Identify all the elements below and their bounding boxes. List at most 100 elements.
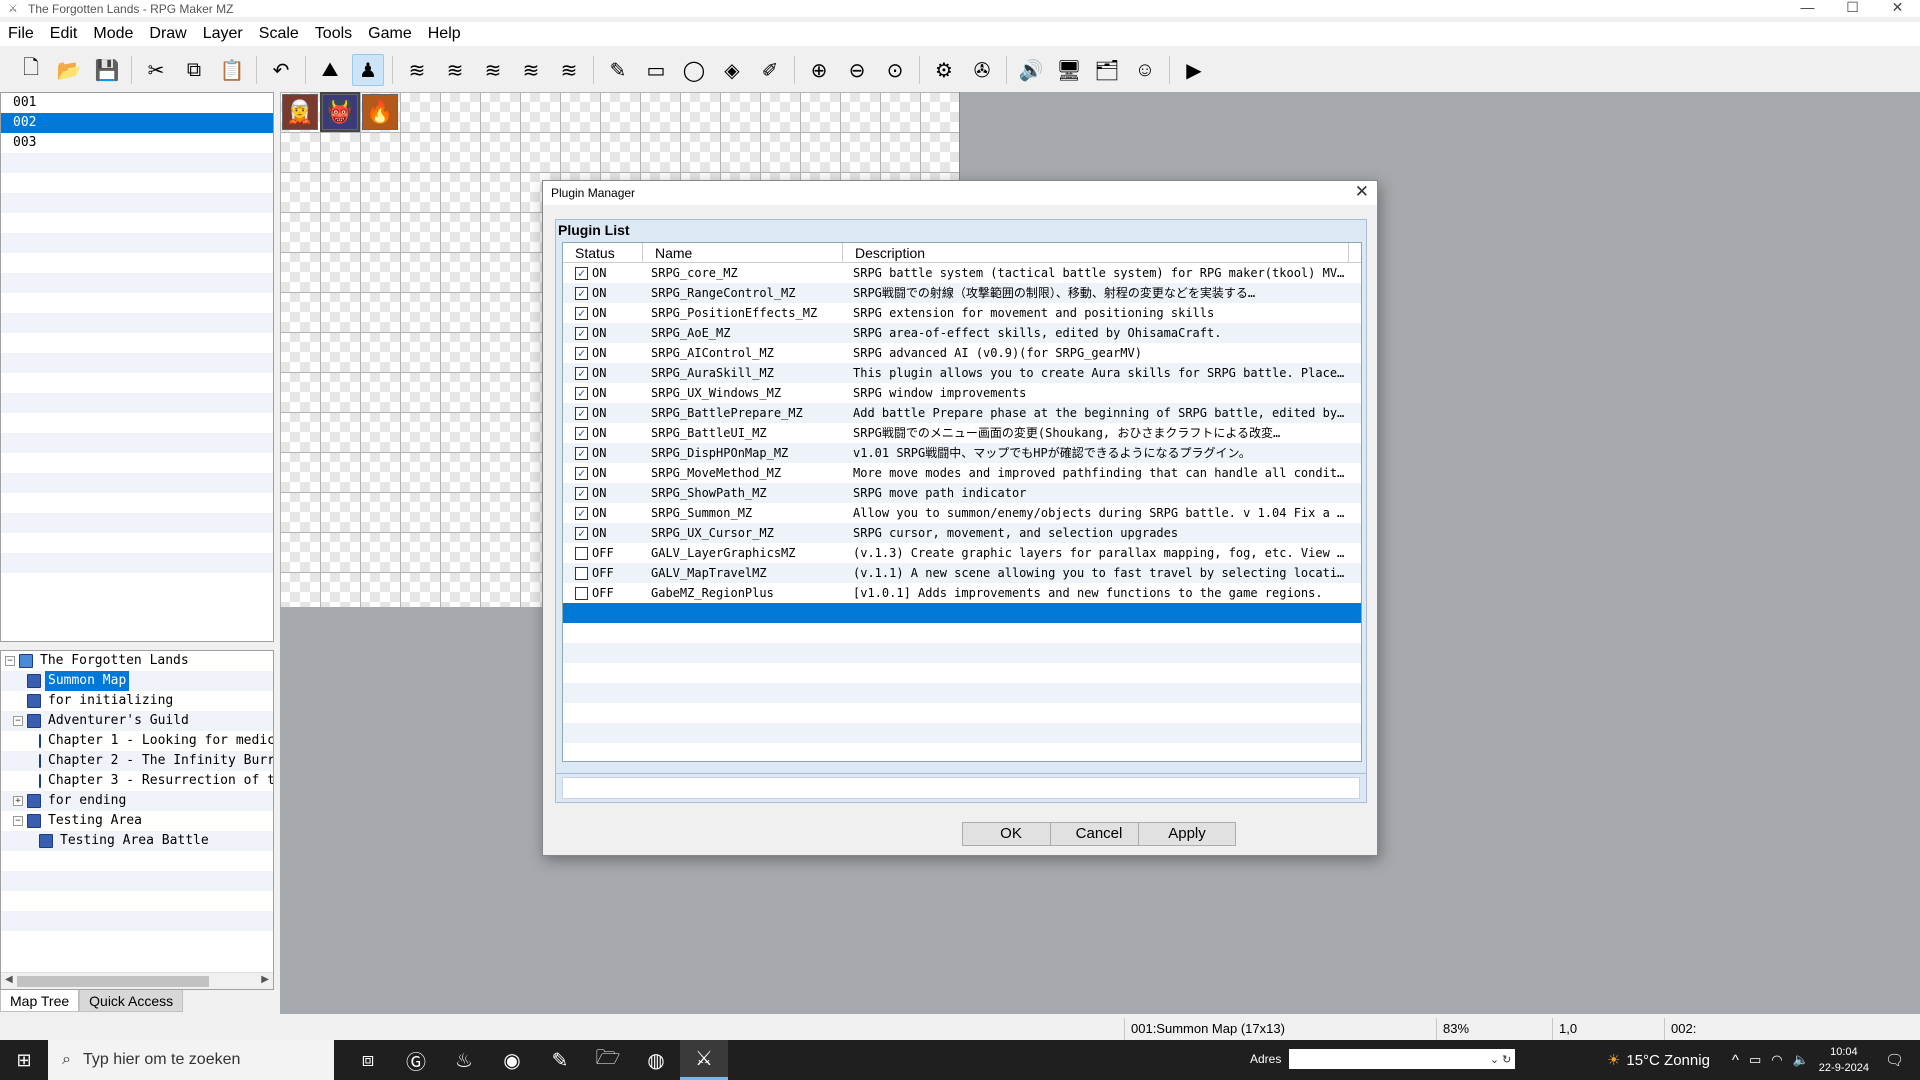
- plugin-enabled-checkbox[interactable]: ✓: [575, 326, 588, 340]
- discord-icon[interactable]: ◉: [488, 1040, 536, 1080]
- menu-file[interactable]: File: [0, 25, 42, 43]
- cut-icon[interactable]: ✂: [140, 54, 172, 86]
- task-view-icon[interactable]: ⧈: [344, 1040, 392, 1080]
- address-dropdown-icon[interactable]: ⌄ ↻: [1490, 1053, 1512, 1066]
- taskbar-search[interactable]: ⌕ Typ hier om te zoeken: [48, 1040, 334, 1080]
- map-list-item[interactable]: 001: [1, 93, 273, 113]
- column-header-name[interactable]: Name: [643, 243, 843, 262]
- notifications-icon[interactable]: 🗨: [1885, 1051, 1904, 1069]
- grammarly-icon[interactable]: Ⓖ: [392, 1040, 440, 1080]
- plugin-manager-icon[interactable]: ✇: [966, 54, 998, 86]
- plugin-row[interactable]: ✓ ON SRPG_UX_Windows_MZ SRPG window improve…: [563, 383, 1361, 403]
- collapse-icon[interactable]: −: [5, 656, 15, 666]
- map-mode-icon[interactable]: ⛰: [314, 54, 346, 86]
- plugin-enabled-checkbox[interactable]: ✓: [575, 406, 588, 420]
- map-list-item[interactable]: 003: [1, 133, 273, 153]
- plugin-enabled-checkbox[interactable]: [575, 566, 588, 580]
- plugin-empty-row[interactable]: [563, 683, 1361, 703]
- plugin-row[interactable]: ✓ ON SRPG_BattlePrepare_MZ Add battle Prepa…: [563, 403, 1361, 423]
- menu-help[interactable]: Help: [420, 25, 469, 43]
- fire-sprite[interactable]: 🔥: [362, 94, 398, 130]
- plugin-enabled-checkbox[interactable]: ✓: [575, 386, 588, 400]
- new-project-icon[interactable]: 🗋: [15, 54, 47, 86]
- tray-chevron-icon[interactable]: ^: [1732, 1052, 1739, 1069]
- layer-3-icon[interactable]: ≋: [515, 54, 547, 86]
- scroll-left-arrow-icon[interactable]: ◀: [5, 974, 13, 985]
- map-tree-item[interactable]: Summon Map: [1, 671, 273, 691]
- map-tree-item[interactable]: Chapter 2 - The Infinity Burrow: [1, 751, 273, 771]
- menu-edit[interactable]: Edit: [42, 25, 86, 43]
- column-header-description[interactable]: Description: [843, 243, 1349, 262]
- menu-scale[interactable]: Scale: [251, 25, 307, 43]
- plugin-row[interactable]: ✓ ON SRPG_ShowPath_MZ SRPG move path indica…: [563, 483, 1361, 503]
- zoom-out-icon[interactable]: ⊖: [841, 54, 873, 86]
- plugin-empty-row[interactable]: [563, 723, 1361, 743]
- rectangle-icon[interactable]: ▭: [640, 54, 672, 86]
- plugin-enabled-checkbox[interactable]: ✓: [575, 286, 588, 300]
- demon-sprite[interactable]: 👹: [320, 92, 360, 132]
- shadow-pen-icon[interactable]: ✐: [754, 54, 786, 86]
- sound-test-icon[interactable]: 🔊: [1015, 54, 1047, 86]
- fill-icon[interactable]: ◈: [716, 54, 748, 86]
- plugin-row[interactable]: ✓ ON SRPG_RangeControl_MZ SRPG戦闘での射線（攻撃範囲の制…: [563, 283, 1361, 303]
- plugin-enabled-checkbox[interactable]: ✓: [575, 486, 588, 500]
- wifi-icon[interactable]: ◠: [1771, 1052, 1782, 1068]
- windows-start-icon[interactable]: ⊞: [0, 1040, 48, 1080]
- plugin-enabled-checkbox[interactable]: ✓: [575, 306, 588, 320]
- copy-icon[interactable]: ⧉: [178, 54, 210, 86]
- resource-manager-icon[interactable]: 🗂: [1091, 54, 1123, 86]
- plugin-row-selected-empty[interactable]: [563, 603, 1361, 623]
- event-mode-icon[interactable]: ♟: [352, 54, 384, 86]
- plugin-row[interactable]: ✓ ON SRPG_MoveMethod_MZ More move modes and…: [563, 463, 1361, 483]
- plugin-empty-row[interactable]: [563, 663, 1361, 683]
- battery-icon[interactable]: ▭: [1749, 1052, 1761, 1068]
- hero-sprite[interactable]: 🧝: [282, 94, 318, 130]
- ok-button[interactable]: OK: [962, 822, 1060, 846]
- tab-quick-access[interactable]: Quick Access: [79, 990, 184, 1012]
- tab-map-tree[interactable]: Map Tree: [0, 990, 80, 1012]
- scrollbar-thumb[interactable]: [17, 976, 209, 987]
- address-input[interactable]: ⌄ ↻: [1289, 1049, 1516, 1069]
- notes-icon[interactable]: ✎: [536, 1040, 584, 1080]
- plugin-empty-row[interactable]: [563, 743, 1361, 761]
- plugin-row[interactable]: ✓ ON SRPG_AoE_MZ SRPG area-of-effect skills…: [563, 323, 1361, 343]
- plugin-row[interactable]: ✓ ON SRPG_Summon_MZ Allow you to summon/ene…: [563, 503, 1361, 523]
- plugin-enabled-checkbox[interactable]: ✓: [575, 366, 588, 380]
- plugin-row[interactable]: ✓ ON SRPG_AIControl_MZ SRPG advanced AI (v0…: [563, 343, 1361, 363]
- plugin-enabled-checkbox[interactable]: [575, 546, 588, 560]
- chrome-icon[interactable]: ◍: [632, 1040, 680, 1080]
- plugin-enabled-checkbox[interactable]: ✓: [575, 506, 588, 520]
- layer-4-icon[interactable]: ≋: [553, 54, 585, 86]
- plugin-enabled-checkbox[interactable]: ✓: [575, 426, 588, 440]
- clock[interactable]: 10:04 22-9-2024: [1819, 1044, 1869, 1076]
- expand-icon[interactable]: +: [13, 796, 23, 806]
- menu-layer[interactable]: Layer: [195, 25, 251, 43]
- plugin-enabled-checkbox[interactable]: ✓: [575, 446, 588, 460]
- database-icon[interactable]: ⚙: [928, 54, 960, 86]
- maximize-button[interactable]: ☐: [1830, 0, 1875, 17]
- plugin-row[interactable]: ✓ ON SRPG_DispHPOnMap_MZ v1.01 SRPG戦闘中、マップで…: [563, 443, 1361, 463]
- plugin-enabled-checkbox[interactable]: ✓: [575, 266, 588, 280]
- plugin-enabled-checkbox[interactable]: ✓: [575, 346, 588, 360]
- plugin-empty-row[interactable]: [563, 643, 1361, 663]
- minimize-button[interactable]: —: [1785, 0, 1830, 17]
- save-project-icon[interactable]: 💾: [91, 54, 123, 86]
- column-header-status[interactable]: Status: [563, 243, 643, 262]
- plugin-enabled-checkbox[interactable]: [575, 586, 588, 600]
- pencil-icon[interactable]: ✎: [602, 54, 634, 86]
- dialog-close-icon[interactable]: ✕: [1355, 182, 1369, 202]
- menu-game[interactable]: Game: [360, 25, 420, 43]
- map-tree-item[interactable]: − Testing Area: [1, 811, 273, 831]
- volume-icon[interactable]: 🔈: [1793, 1052, 1809, 1068]
- zoom-in-icon[interactable]: ⊕: [803, 54, 835, 86]
- map-tree-item[interactable]: Testing Area Battle: [1, 831, 273, 851]
- scroll-right-arrow-icon[interactable]: ▶: [261, 974, 269, 985]
- map-tree-item[interactable]: − The Forgotten Lands: [1, 651, 273, 671]
- map-tree-item[interactable]: Chapter 3 - Resurrection of the: [1, 771, 273, 791]
- collapse-icon[interactable]: −: [13, 816, 23, 826]
- weather-text[interactable]: 15°C Zonnig: [1626, 1052, 1710, 1069]
- menu-mode[interactable]: Mode: [85, 25, 141, 43]
- map-tree-item[interactable]: Chapter 1 - Looking for medicin: [1, 731, 273, 751]
- map-tree-item[interactable]: − Adventurer's Guild: [1, 711, 273, 731]
- open-project-icon[interactable]: 📂: [53, 54, 85, 86]
